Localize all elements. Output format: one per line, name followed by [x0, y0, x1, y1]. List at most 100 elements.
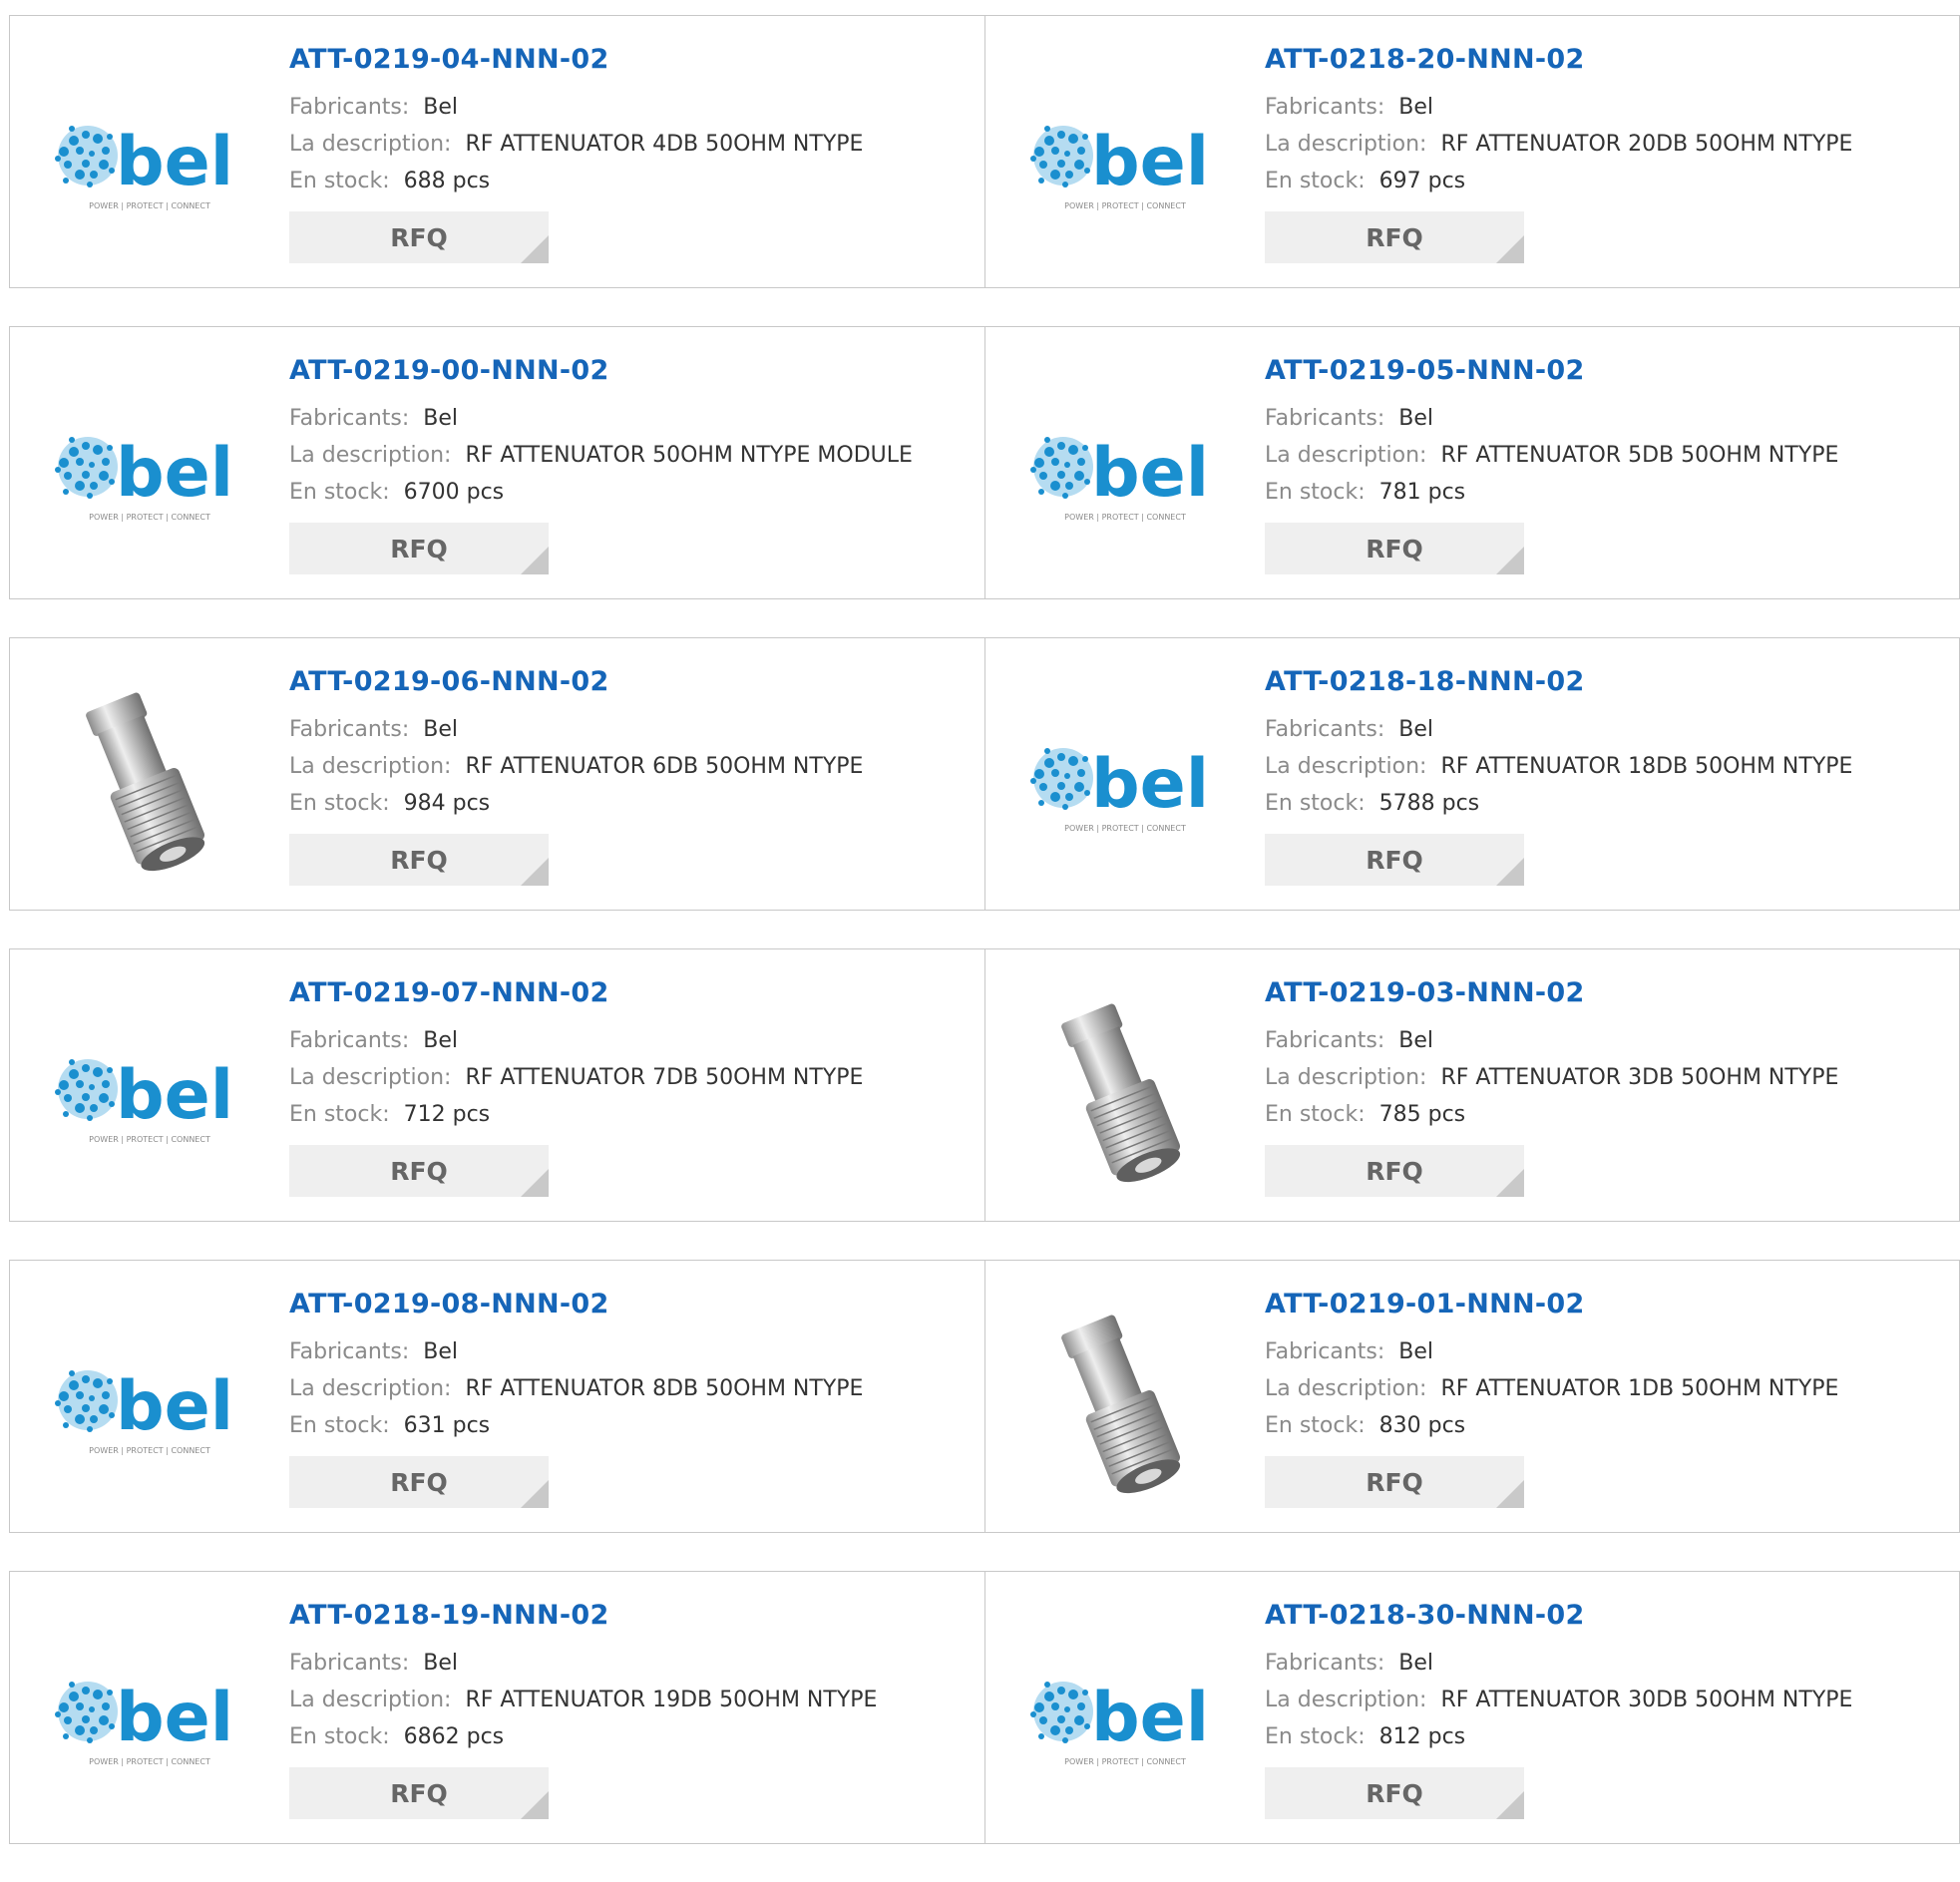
field-value: Bel — [1398, 406, 1434, 431]
bel-logo: bel POWER | PROTECT | CONNECT — [1030, 123, 1209, 210]
svg-text:bel: bel — [1091, 745, 1209, 824]
product-thumbnail[interactable] — [1025, 997, 1225, 1197]
attenuator-photo — [1061, 1003, 1181, 1183]
field-value: RF ATTENUATOR 19DB 50OHM NTYPE — [465, 1688, 878, 1712]
description-field: La description: RF ATTENUATOR 4DB 50OHM N… — [289, 126, 863, 163]
stock-field: En stock: 812 pcs — [1265, 1718, 1852, 1755]
svg-text:POWER | PROTECT | CONNECT: POWER | PROTECT | CONNECT — [89, 1446, 210, 1455]
description-field: La description: RF ATTENUATOR 3DB 50OHM N… — [1265, 1059, 1838, 1096]
field-label: La description: — [1265, 1065, 1427, 1090]
rfq-button[interactable]: RFQ — [289, 1145, 549, 1197]
part-number-link[interactable]: ATT-0218-30-NNN-02 — [1265, 1600, 1852, 1631]
product-info: ATT-0219-01-NNN-02 Fabricants: Bel La descr… — [1265, 1289, 1838, 1508]
field-label: En stock: — [1265, 1102, 1366, 1127]
stock-field: En stock: 984 pcs — [289, 785, 863, 822]
rfq-button[interactable]: RFQ — [289, 1767, 549, 1819]
product-thumbnail[interactable]: bel POWER | PROTECT | CONNECT — [50, 1309, 249, 1508]
field-label: En stock: — [289, 480, 390, 505]
svg-text:POWER | PROTECT | CONNECT: POWER | PROTECT | CONNECT — [1064, 824, 1186, 833]
rfq-button[interactable]: RFQ — [289, 523, 549, 574]
part-number-link[interactable]: ATT-0218-20-NNN-02 — [1265, 44, 1852, 75]
field-label: En stock: — [1265, 169, 1366, 193]
field-label: Fabricants: — [1265, 1339, 1385, 1364]
product-thumbnail[interactable] — [1025, 1309, 1225, 1508]
part-number-link[interactable]: ATT-0219-03-NNN-02 — [1265, 977, 1838, 1008]
field-value: Bel — [1398, 1339, 1434, 1364]
corner-triangle-icon — [521, 1169, 549, 1197]
rfq-button[interactable]: RFQ — [289, 211, 549, 263]
field-label: En stock: — [1265, 1413, 1366, 1438]
product-row: bel POWER | PROTECT | CONNECT ATT-0219-0… — [9, 948, 1960, 1222]
manufacturer-field: Fabricants: Bel — [289, 1333, 863, 1370]
product-thumbnail[interactable]: bel POWER | PROTECT | CONNECT — [50, 1620, 249, 1819]
description-field: La description: RF ATTENUATOR 8DB 50OHM N… — [289, 1370, 863, 1407]
product-thumbnail[interactable]: bel POWER | PROTECT | CONNECT — [1025, 375, 1225, 574]
rfq-button[interactable]: RFQ — [1265, 1456, 1524, 1508]
bel-logo: bel POWER | PROTECT | CONNECT — [1030, 745, 1209, 833]
description-field: La description: RF ATTENUATOR 30DB 50OHM … — [1265, 1682, 1852, 1718]
field-value: 631 pcs — [403, 1413, 491, 1438]
part-number-link[interactable]: ATT-0219-08-NNN-02 — [289, 1289, 863, 1319]
product-thumbnail[interactable]: bel POWER | PROTECT | CONNECT — [1025, 64, 1225, 263]
product-row: bel POWER | PROTECT | CONNECT ATT-0219-0… — [9, 1260, 1960, 1533]
svg-text:POWER | PROTECT | CONNECT: POWER | PROTECT | CONNECT — [89, 1757, 210, 1766]
product-card: ATT-0219-01-NNN-02 Fabricants: Bel La descr… — [984, 1261, 1959, 1532]
corner-triangle-icon — [1496, 1791, 1524, 1819]
product-thumbnail[interactable]: bel POWER | PROTECT | CONNECT — [50, 64, 249, 263]
product-thumbnail[interactable]: bel POWER | PROTECT | CONNECT — [50, 997, 249, 1197]
field-label: Fabricants: — [289, 717, 410, 742]
product-row: bel POWER | PROTECT | CONNECT ATT-0219-0… — [9, 15, 1960, 288]
field-label: Fabricants: — [289, 95, 410, 120]
field-value: Bel — [423, 1028, 459, 1053]
product-info: ATT-0218-18-NNN-02 Fabricants: Bel La descr… — [1265, 666, 1852, 886]
part-number-link[interactable]: ATT-0219-06-NNN-02 — [289, 666, 863, 697]
product-card: bel POWER | PROTECT | CONNECT ATT-0218-2… — [984, 16, 1959, 287]
field-value: Bel — [1398, 1028, 1434, 1053]
product-info: ATT-0218-19-NNN-02 Fabricants: Bel La descr… — [289, 1600, 877, 1819]
field-value: RF ATTENUATOR 3DB 50OHM NTYPE — [1440, 1065, 1839, 1090]
rfq-button[interactable]: RFQ — [1265, 523, 1524, 574]
stock-field: En stock: 830 pcs — [1265, 1407, 1838, 1444]
product-card: bel POWER | PROTECT | CONNECT ATT-0218-3… — [984, 1572, 1959, 1843]
part-number-link[interactable]: ATT-0219-00-NNN-02 — [289, 355, 913, 386]
field-value: RF ATTENUATOR 6DB 50OHM NTYPE — [465, 754, 864, 779]
field-label: La description: — [1265, 1376, 1427, 1401]
bel-logo: bel POWER | PROTECT | CONNECT — [55, 123, 233, 210]
svg-text:bel: bel — [1091, 123, 1209, 201]
part-number-link[interactable]: ATT-0219-01-NNN-02 — [1265, 1289, 1838, 1319]
rfq-button[interactable]: RFQ — [289, 1456, 549, 1508]
field-label: En stock: — [289, 169, 390, 193]
rfq-button[interactable]: RFQ — [289, 834, 549, 886]
part-number-link[interactable]: ATT-0218-19-NNN-02 — [289, 1600, 877, 1631]
svg-text:POWER | PROTECT | CONNECT: POWER | PROTECT | CONNECT — [1064, 201, 1186, 210]
product-thumbnail[interactable]: bel POWER | PROTECT | CONNECT — [1025, 686, 1225, 886]
field-label: Fabricants: — [1265, 1651, 1385, 1676]
part-number-link[interactable]: ATT-0219-07-NNN-02 — [289, 977, 863, 1008]
product-thumbnail[interactable] — [50, 686, 249, 886]
corner-triangle-icon — [1496, 235, 1524, 263]
corner-triangle-icon — [521, 1791, 549, 1819]
product-thumbnail[interactable]: bel POWER | PROTECT | CONNECT — [50, 375, 249, 574]
rfq-button[interactable]: RFQ — [1265, 1767, 1524, 1819]
rfq-button[interactable]: RFQ — [1265, 834, 1524, 886]
field-value: 984 pcs — [403, 791, 491, 816]
field-label: La description: — [289, 1376, 452, 1401]
part-number-link[interactable]: ATT-0219-05-NNN-02 — [1265, 355, 1838, 386]
rfq-button[interactable]: RFQ — [1265, 1145, 1524, 1197]
field-label: En stock: — [289, 1102, 390, 1127]
manufacturer-field: Fabricants: Bel — [289, 1645, 877, 1682]
product-info: ATT-0218-30-NNN-02 Fabricants: Bel La descr… — [1265, 1600, 1852, 1819]
stock-field: En stock: 6862 pcs — [289, 1718, 877, 1755]
corner-triangle-icon — [521, 235, 549, 263]
field-value: Bel — [1398, 1651, 1434, 1676]
corner-triangle-icon — [1496, 1169, 1524, 1197]
product-thumbnail[interactable]: bel POWER | PROTECT | CONNECT — [1025, 1620, 1225, 1819]
product-card: ATT-0219-03-NNN-02 Fabricants: Bel La descr… — [984, 949, 1959, 1221]
product-card: bel POWER | PROTECT | CONNECT ATT-0218-1… — [984, 638, 1959, 910]
part-number-link[interactable]: ATT-0218-18-NNN-02 — [1265, 666, 1852, 697]
rfq-button[interactable]: RFQ — [1265, 211, 1524, 263]
product-info: ATT-0219-06-NNN-02 Fabricants: Bel La descr… — [289, 666, 863, 886]
corner-triangle-icon — [521, 547, 549, 574]
field-value: 688 pcs — [403, 169, 491, 193]
part-number-link[interactable]: ATT-0219-04-NNN-02 — [289, 44, 863, 75]
